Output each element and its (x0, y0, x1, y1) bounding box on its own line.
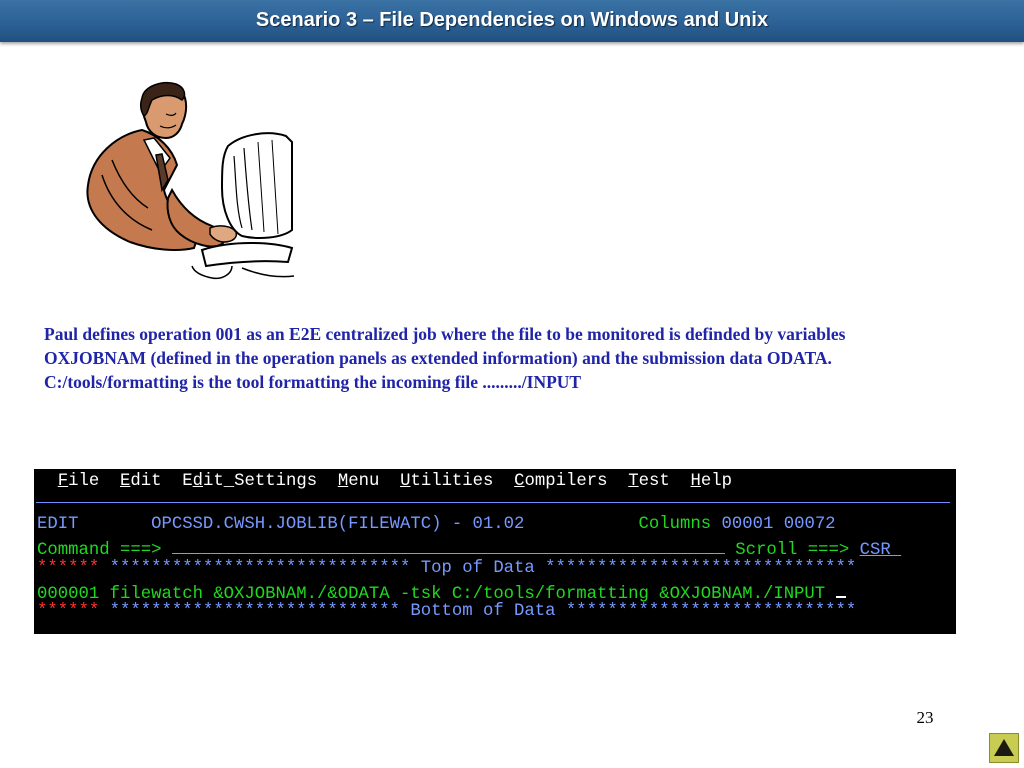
bottom-line-prefix: ****** (37, 602, 100, 621)
columns-from: 00001 (721, 515, 774, 534)
columns-to: 00072 (783, 515, 836, 534)
slide-title: Scenario 3 – File Dependencies on Window… (255, 9, 769, 31)
menu-utilities[interactable]: Utilities (400, 472, 493, 491)
slide-title-bar: Scenario 3 – File Dependencies on Window… (0, 0, 1024, 42)
bottom-of-data-line: ****** **************************** Bott… (37, 601, 856, 623)
man-at-computer-clipart (86, 82, 295, 280)
command-line: Command ===> Scroll ===> CSR (37, 536, 901, 560)
data-line: 000001 filewatch &OXJOBNAM./&ODATA -tsk … (37, 580, 846, 604)
slide-description: Paul defines operation 001 as an E2E cen… (44, 324, 846, 392)
menu-edit[interactable]: Edit (120, 472, 162, 491)
nav-up-button[interactable] (989, 733, 1019, 763)
menu-separator (36, 502, 950, 503)
top-of-data-line: ****** ***************************** Top… (37, 558, 856, 580)
menu-test[interactable]: Test (628, 472, 670, 491)
edit-header-line: EDIT OPCSSD.CWSH.JOBLIB(FILEWATC) - 01.0… (37, 514, 836, 536)
menu-edit-settings[interactable]: Edit_Settings (182, 472, 317, 491)
command-input[interactable] (171, 536, 725, 554)
top-line-prefix: ****** (37, 559, 100, 578)
top-of-data-text: ***************************** Top of Dat… (109, 559, 857, 578)
columns-label: Columns (638, 515, 712, 534)
ispf-edit-terminal: File Edit Edit_Settings Menu Utilities C… (34, 469, 956, 634)
text-cursor (835, 580, 846, 598)
menu-menu[interactable]: Menu (338, 472, 380, 491)
up-triangle-icon (994, 739, 1014, 756)
menu-help[interactable]: Help (691, 472, 733, 491)
page-number: 23 (916, 708, 934, 727)
terminal-menu-bar: File Edit Edit_Settings Menu Utilities C… (37, 471, 732, 493)
menu-compilers[interactable]: Compilers (514, 472, 607, 491)
bottom-of-data-text: **************************** Bottom of D… (109, 602, 857, 621)
menu-file[interactable]: File (58, 472, 100, 491)
edit-label: EDIT (37, 515, 79, 534)
scroll-input[interactable]: CSR (860, 541, 901, 560)
dataset-name: OPCSSD.CWSH.JOBLIB(FILEWATC) - 01.02 (151, 515, 525, 534)
